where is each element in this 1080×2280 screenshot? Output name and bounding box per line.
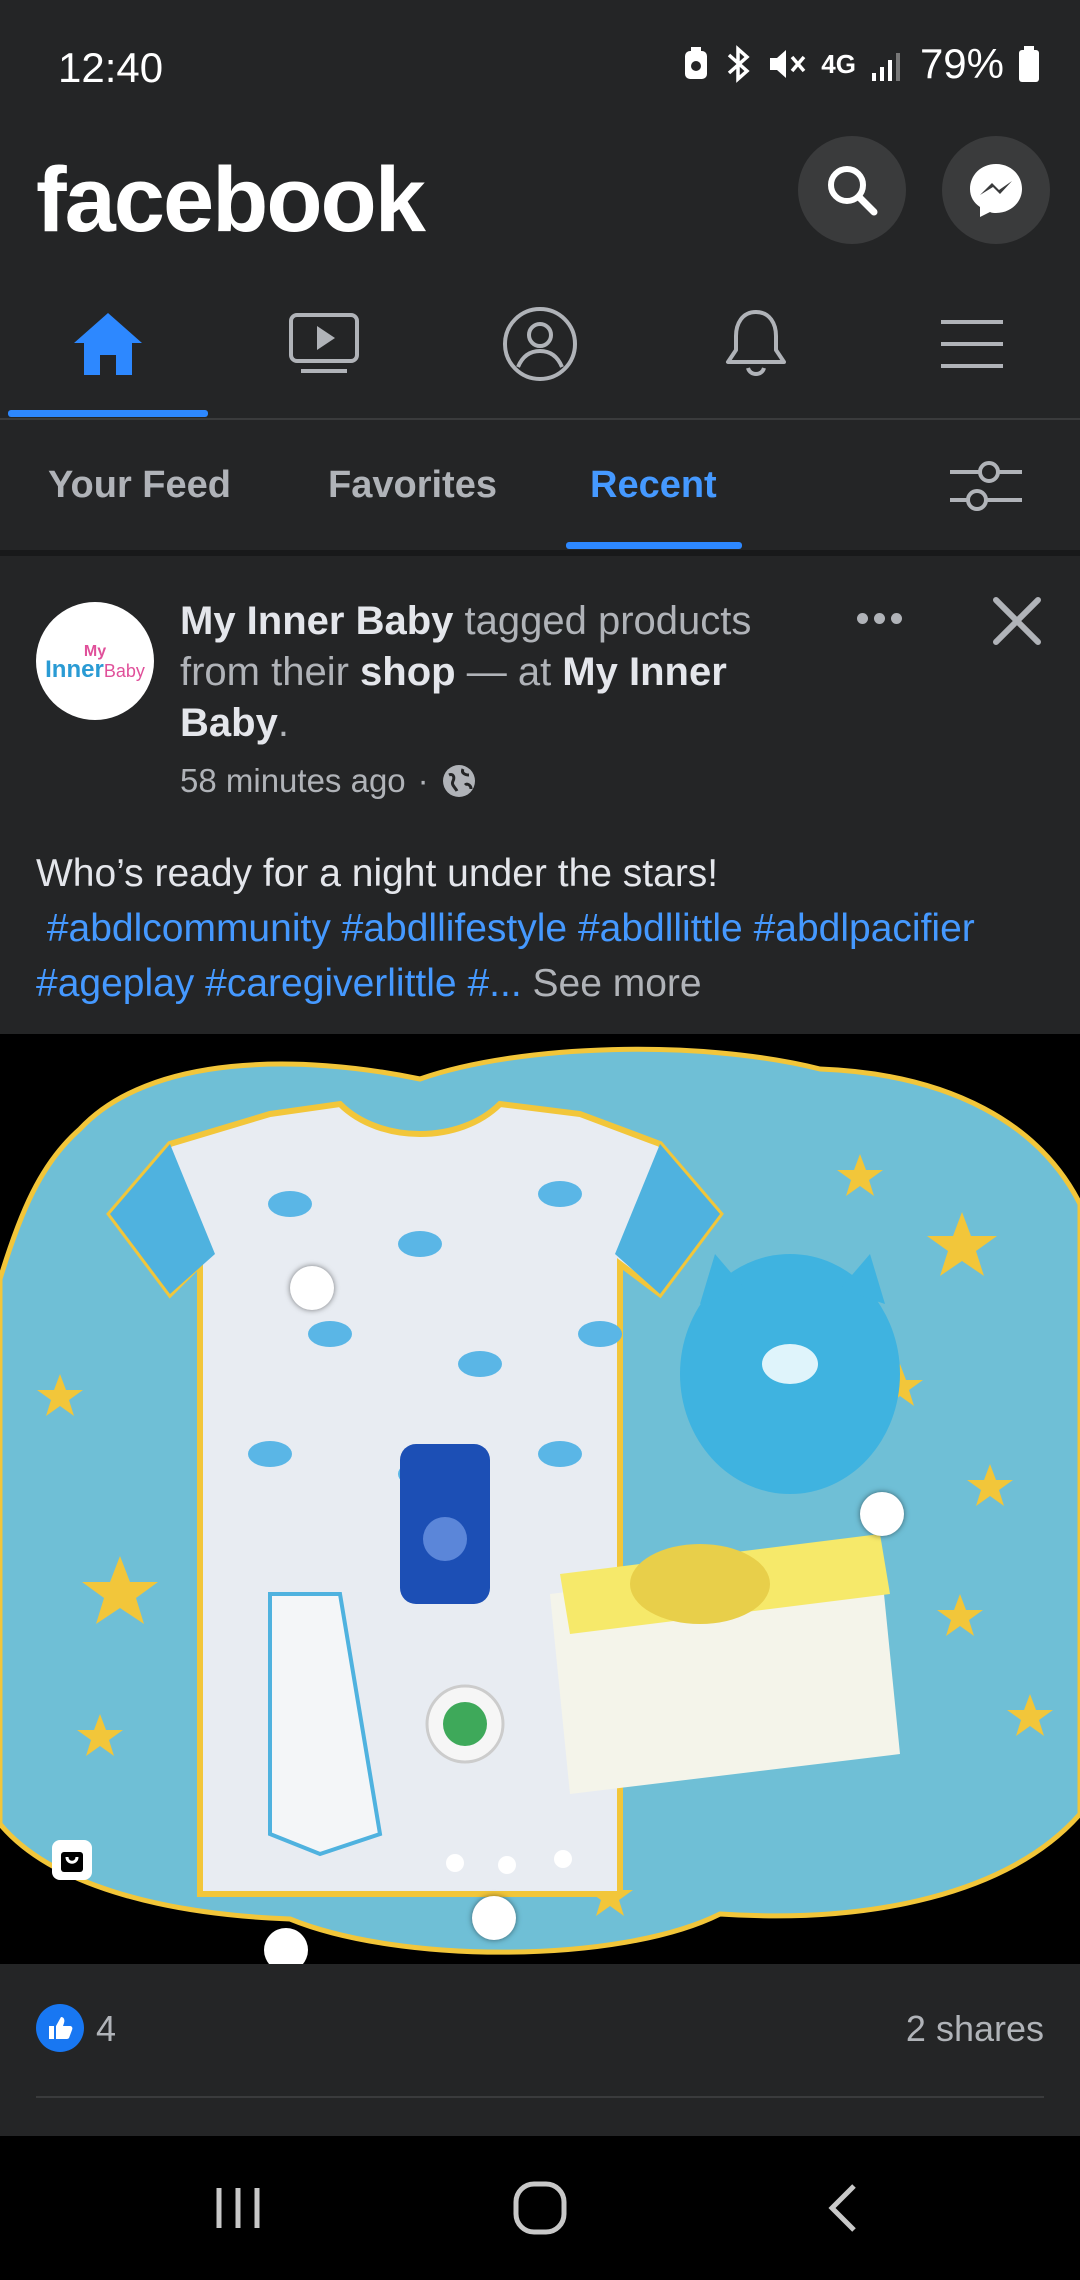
home-icon (74, 313, 142, 375)
home-circle-icon (513, 2181, 567, 2235)
hashtag-link[interactable]: #caregiverlittle (205, 962, 456, 1005)
facebook-logo[interactable]: facebook (36, 148, 426, 253)
share-count[interactable]: 2 shares (906, 2008, 1044, 2050)
avatar[interactable]: My InnerBaby (36, 602, 154, 720)
hashtag-truncated[interactable]: #... (467, 962, 521, 1005)
dot-icon (873, 612, 885, 624)
product-tag-dot[interactable] (290, 1266, 334, 1310)
feed-post: My InnerBaby My Inner Baby tagged produc… (0, 556, 1080, 2136)
tab-favorites[interactable]: Favorites (328, 464, 497, 507)
product-tag-dot[interactable] (472, 1896, 516, 1940)
product-tag-dot[interactable] (860, 1492, 904, 1536)
recent-apps-icon (216, 2188, 260, 2228)
back-icon (828, 2184, 856, 2232)
messenger-icon (970, 164, 1022, 217)
profile-icon (503, 307, 577, 381)
post-reactions-bar: 4 2 shares (0, 1964, 1080, 2092)
filter-icon (950, 461, 1022, 511)
reactions-divider (36, 2096, 1044, 2098)
main-nav (0, 270, 1080, 420)
bluetooth-icon (728, 45, 750, 83)
like-count[interactable]: 4 (96, 2008, 116, 2050)
network-type: 4G (821, 48, 856, 79)
dot-icon (856, 612, 868, 624)
post-header-text: My Inner Baby tagged products from their… (180, 596, 820, 749)
dot-icon (890, 612, 902, 624)
product-tag-dot[interactable] (264, 1928, 308, 1964)
hide-post-button[interactable] (990, 594, 1044, 648)
post-at-text: — at (455, 650, 563, 694)
video-icon (289, 313, 359, 373)
nav-profile[interactable] (432, 270, 648, 418)
tab-active-indicator (566, 542, 742, 549)
carousel-dot (554, 1850, 572, 1868)
see-more-link[interactable]: See more (533, 962, 702, 1005)
hamburger-icon (941, 320, 1003, 368)
search-icon (828, 166, 878, 216)
carousel-dot (498, 1856, 516, 1874)
feed-filter-button[interactable] (946, 456, 1026, 516)
mute-icon (770, 50, 806, 78)
back-button[interactable] (802, 2172, 882, 2244)
close-icon (993, 597, 1041, 645)
tab-recent[interactable]: Recent (590, 464, 717, 507)
recent-apps-button[interactable] (198, 2172, 278, 2244)
thumbs-up-icon (49, 2017, 73, 2039)
post-time-separator: · (417, 762, 429, 799)
hashtag-link[interactable]: #abdlpacifier (754, 907, 975, 950)
battery-percent: 79% (919, 40, 1004, 87)
avatar-text-inner: Inner (45, 655, 104, 683)
post-caption: Who’s ready for a night under the stars! (36, 852, 719, 895)
hashtag-link[interactable]: #ageplay (36, 962, 194, 1005)
home-system-button[interactable] (500, 2172, 580, 2244)
avatar-text-baby: Baby (103, 660, 145, 681)
nav-home[interactable] (0, 270, 216, 418)
tab-your-feed[interactable]: Your Feed (48, 464, 231, 507)
shop-bag-button[interactable] (52, 1840, 92, 1880)
like-reaction-icon[interactable] (36, 2004, 84, 2052)
post-period: . (277, 701, 289, 745)
hashtag-link[interactable]: #abdllittle (578, 907, 743, 950)
shopping-bag-icon (61, 1852, 83, 1872)
status-icons: 4G 79% (683, 40, 1040, 88)
post-shop-link[interactable]: shop (360, 650, 456, 694)
search-button[interactable] (798, 136, 906, 244)
nav-watch[interactable] (216, 270, 432, 418)
nav-menu[interactable] (864, 270, 1080, 418)
feed-tabs: Your Feed Favorites Recent (0, 420, 1080, 556)
post-timestamp: 58 minutes ago · (180, 762, 477, 800)
signal-icon (871, 53, 900, 81)
nav-notifications[interactable] (648, 270, 864, 418)
hashtag-link[interactable]: #abdllifestyle (342, 907, 567, 950)
globe-icon (442, 765, 475, 797)
post-hashtags: #abdlcommunity #abdllifestyle #abdllittl… (36, 901, 1046, 1011)
product-photo (0, 1034, 1080, 1964)
battery-icon (1019, 46, 1039, 82)
post-product-image[interactable] (0, 1034, 1080, 1964)
battery-saver-icon (685, 47, 708, 79)
hashtag-link[interactable]: #abdlcommunity (47, 907, 331, 950)
bell-icon (726, 310, 786, 376)
app-header: facebook (0, 130, 1080, 270)
messenger-button[interactable] (942, 136, 1050, 244)
status-bar: 12:40 4G 79% (0, 0, 1080, 130)
post-author[interactable]: My Inner Baby (180, 599, 453, 643)
post-text: Who’s ready for a night under the stars!… (36, 846, 1046, 1011)
carousel-dot (446, 1854, 464, 1872)
status-time: 12:40 (58, 44, 164, 91)
post-time-text[interactable]: 58 minutes ago (180, 762, 406, 800)
nav-active-indicator (8, 410, 208, 417)
system-nav-bar (0, 2136, 1080, 2280)
post-options-button[interactable] (852, 596, 906, 640)
